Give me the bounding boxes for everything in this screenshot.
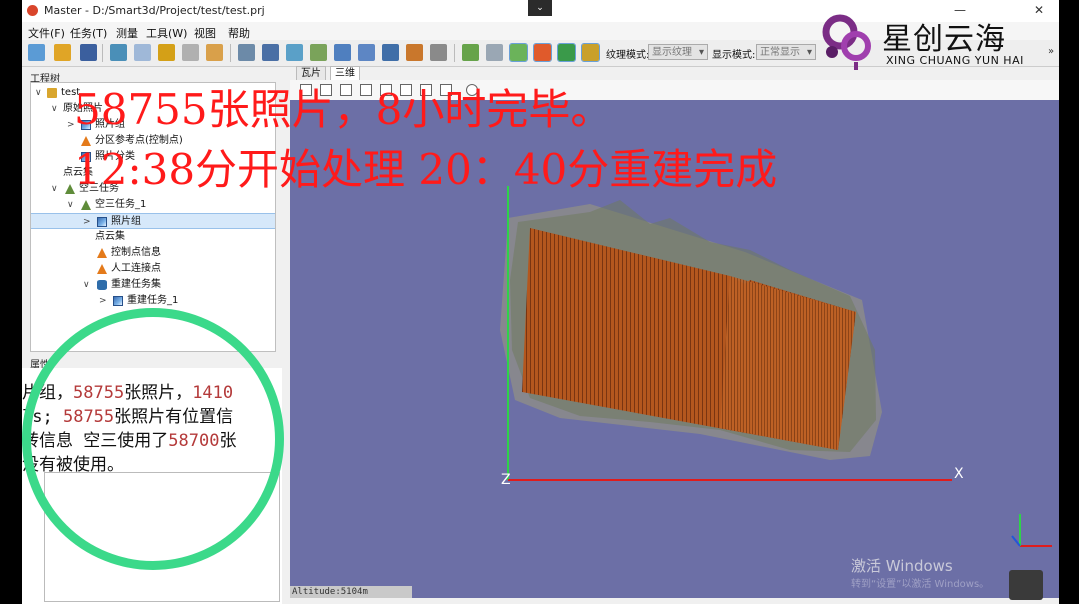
- camera-icon[interactable]: [462, 44, 479, 61]
- altitude-readout: Altitude:5104m: [290, 586, 412, 598]
- logo-mark-icon: [822, 14, 871, 70]
- warning-icon: [97, 248, 107, 258]
- tree-row[interactable]: > 重建任务_1: [31, 293, 275, 309]
- tree-row-selected[interactable]: > 照片组: [31, 213, 275, 229]
- gizmo-y: [1011, 535, 1021, 547]
- activation-watermark-hint: 转到“设置”以激活 Windows。: [851, 579, 990, 590]
- window-title: Master - D:/Smart3d/Project/test/test.pr…: [44, 4, 265, 17]
- control-point-icon[interactable]: [334, 44, 351, 61]
- open-project-icon[interactable]: [54, 44, 71, 61]
- reconstruct-icon[interactable]: [382, 44, 399, 61]
- photo-group-icon[interactable]: [310, 44, 327, 61]
- close-button[interactable]: ✕: [1034, 3, 1044, 17]
- highlight-circle-annotation: [22, 308, 284, 570]
- eraser-icon[interactable]: [206, 44, 223, 61]
- menu-view[interactable]: 视图: [194, 25, 216, 41]
- database-icon: [97, 280, 107, 290]
- menu-tools[interactable]: 工具(W): [146, 25, 187, 41]
- tree-row[interactable]: 控制点信息: [31, 245, 275, 261]
- collapse-ribbon-button[interactable]: ⌄: [528, 0, 552, 16]
- locate-icon[interactable]: [581, 43, 600, 62]
- tree-row[interactable]: 人工连接点: [31, 261, 275, 277]
- chevron-down-icon: ▾: [698, 47, 704, 58]
- aerotriangulation-icon[interactable]: [358, 44, 375, 61]
- ruler-icon[interactable]: [134, 44, 151, 61]
- image-icon[interactable]: [286, 44, 303, 61]
- photo-group-icon: [113, 296, 123, 306]
- volume-icon[interactable]: [182, 44, 199, 61]
- toolbar-overflow-button[interactable]: »: [1048, 46, 1054, 57]
- settings-icon[interactable]: [238, 44, 255, 61]
- logo-text-cn: 星创云海: [882, 22, 1006, 57]
- info-icon[interactable]: [533, 43, 552, 62]
- measure-icon[interactable]: [110, 44, 127, 61]
- export-icon[interactable]: [406, 44, 423, 61]
- axis-label-z: Z: [501, 472, 511, 488]
- points-icon[interactable]: [557, 43, 576, 62]
- menu-help[interactable]: 帮助: [228, 25, 250, 41]
- brand-logo: 星创云海 XING CHUANG YUN HAI: [820, 10, 1030, 74]
- overlay-caption-line-1: 58755张照片，8小时完毕。: [74, 85, 613, 134]
- new-project-icon[interactable]: [28, 44, 45, 61]
- save-icon[interactable]: [80, 44, 97, 61]
- folder-icon: [47, 88, 57, 98]
- flask-icon: [81, 200, 91, 210]
- warning-icon: [97, 264, 107, 274]
- activation-watermark-title: 激活 Windows: [851, 557, 953, 575]
- display-mode-label: 显示模式:: [712, 50, 756, 61]
- check-icon[interactable]: [509, 43, 528, 62]
- texture-mode-select[interactable]: 显示纹理 ▾: [648, 44, 708, 60]
- axis-label-x: X: [954, 466, 964, 482]
- menu-file[interactable]: 文件(F): [28, 25, 65, 41]
- tree-row[interactable]: ∨ 空三任务_1: [31, 197, 275, 213]
- menu-task[interactable]: 任务(T): [70, 25, 107, 41]
- tree-row[interactable]: 点云集: [31, 229, 275, 245]
- logo-text-en: XING CHUANG YUN HAI: [886, 54, 1024, 67]
- taskbar-thumbnail[interactable]: [1009, 570, 1043, 600]
- overlay-caption-line-2: 12:38分开始处理 20：40分重建完成: [74, 145, 778, 194]
- area-icon[interactable]: [158, 44, 175, 61]
- chevron-down-icon: ▾: [806, 47, 812, 58]
- display-mode-select[interactable]: 正常显示 ▾: [756, 44, 816, 60]
- camera-alt-icon[interactable]: [486, 44, 503, 61]
- tree-row[interactable]: ∨ 重建任务集: [31, 277, 275, 293]
- texture-mode-label: 纹理模式:: [606, 50, 650, 61]
- menu-measure[interactable]: 测量: [116, 25, 138, 41]
- batch-icon[interactable]: [430, 44, 447, 61]
- import-icon[interactable]: [262, 44, 279, 61]
- photo-group-icon: [97, 217, 107, 227]
- app-icon: [27, 5, 38, 16]
